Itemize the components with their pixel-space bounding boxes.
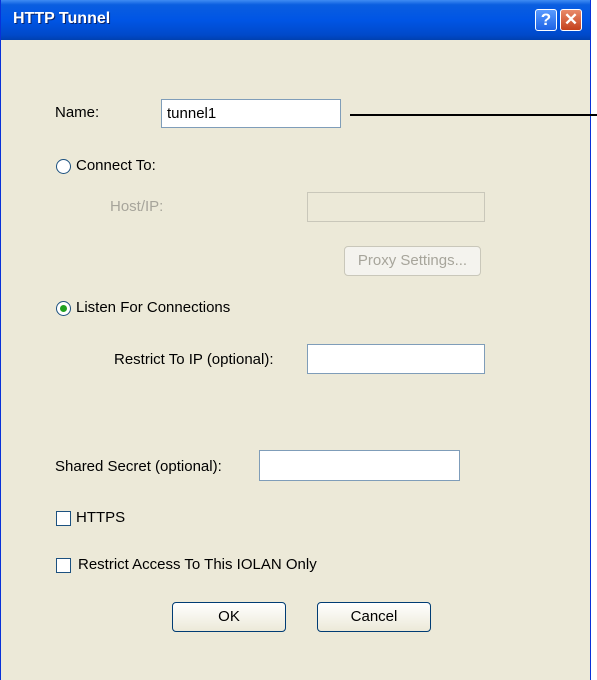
proxy-settings-button[interactable]: Proxy Settings... <box>344 246 481 276</box>
radio-selected-dot <box>60 305 67 312</box>
help-icon[interactable]: ? <box>535 9 557 31</box>
host-ip-label: Host/IP: <box>110 198 164 215</box>
shared-secret-input[interactable] <box>259 450 460 481</box>
restrict-ip-input[interactable] <box>307 344 485 374</box>
listen-for-connections-label: Listen For Connections <box>76 299 231 316</box>
host-ip-input[interactable] <box>307 192 485 222</box>
connect-to-radio[interactable] <box>56 159 71 174</box>
close-icon[interactable]: ✕ <box>560 9 582 31</box>
cancel-button[interactable]: Cancel <box>317 602 431 632</box>
restrict-access-checkbox[interactable] <box>56 558 71 573</box>
restrict-access-label: Restrict Access To This IOLAN Only <box>78 556 317 573</box>
https-checkbox[interactable] <box>56 511 71 526</box>
title-bar[interactable]: HTTP Tunnel ? ✕ <box>1 0 590 40</box>
name-input[interactable] <box>161 99 341 128</box>
window-title: HTTP Tunnel <box>13 10 111 27</box>
listen-for-connections-radio[interactable] <box>56 301 71 316</box>
callout-pointer-line <box>350 114 597 116</box>
connect-to-label: Connect To: <box>76 157 156 174</box>
https-label: HTTPS <box>76 509 126 526</box>
http-tunnel-dialog: HTTP Tunnel ? ✕ Name: Connect To: Host/I… <box>0 0 591 680</box>
shared-secret-label: Shared Secret (optional): <box>55 458 222 475</box>
name-label: Name: <box>55 104 100 121</box>
ok-button[interactable]: OK <box>172 602 286 632</box>
restrict-ip-label: Restrict To IP (optional): <box>114 351 274 368</box>
